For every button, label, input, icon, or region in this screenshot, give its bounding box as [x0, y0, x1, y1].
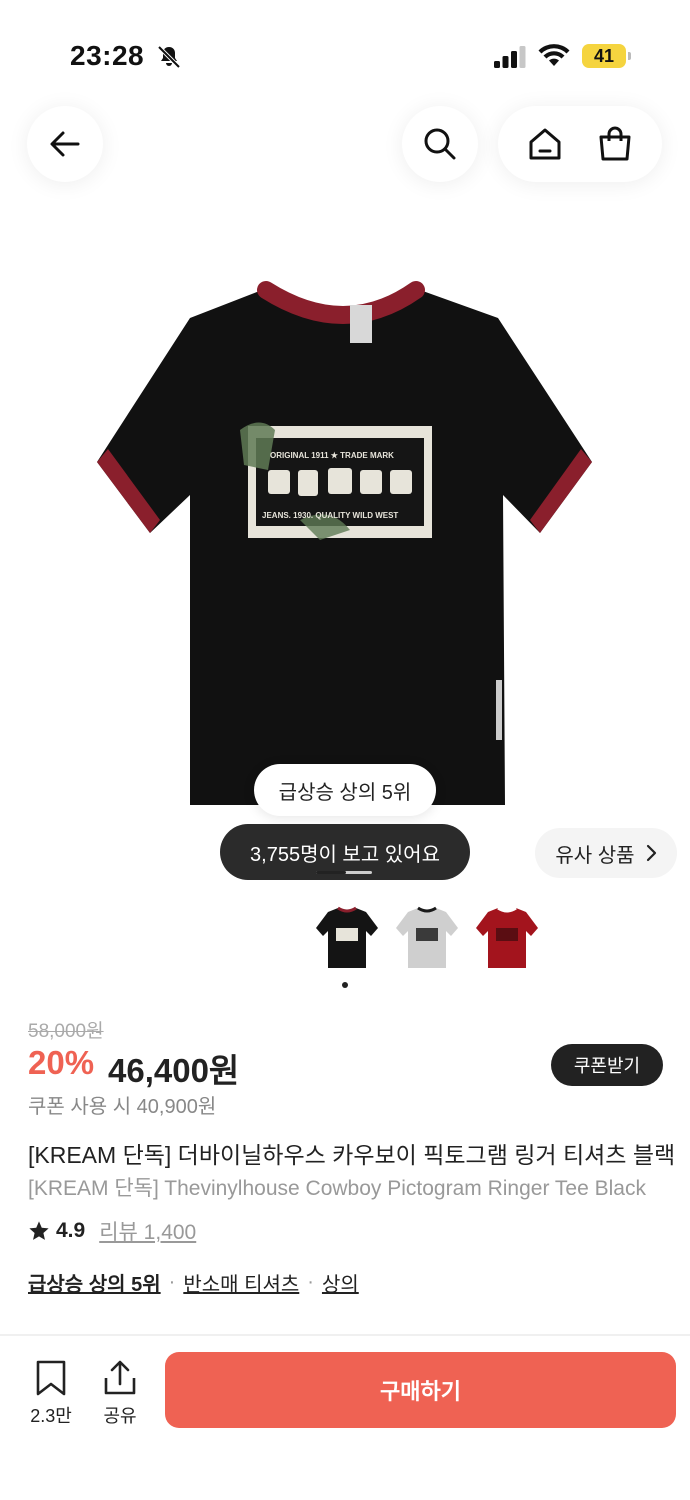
thumb-shirt-black: [316, 906, 378, 968]
thumb-shirt-red: [476, 906, 538, 968]
review-link[interactable]: 리뷰 1,400: [99, 1216, 196, 1246]
search-icon: [424, 128, 456, 160]
tag-separator: ·: [168, 1271, 176, 1293]
thumbnail-red[interactable]: [472, 902, 542, 972]
home-bag-group: [498, 106, 662, 182]
similar-products-button[interactable]: 유사 상품: [535, 828, 677, 878]
print-text-bottom: JEANS. 1930. QUALITY WILD WEST: [262, 511, 398, 520]
product-image[interactable]: ORIGINAL 1911 ★ TRADE MARK JEANS. 1930. …: [0, 230, 690, 850]
coupon-button[interactable]: 쿠폰받기: [551, 1044, 663, 1086]
rating-score: 4.9: [56, 1219, 86, 1242]
print-text-top: ORIGINAL 1911 ★ TRADE MARK: [270, 451, 394, 460]
back-button[interactable]: [27, 106, 103, 182]
rating: 4.9 리뷰 1,400: [28, 1216, 196, 1246]
battery-icon: 41: [582, 44, 631, 68]
tag-separator: ·: [307, 1271, 314, 1293]
search-button[interactable]: [402, 106, 478, 182]
coupon-price: 쿠폰 사용 시 40,900원: [28, 1096, 217, 1118]
shopping-bag-icon[interactable]: [597, 126, 633, 162]
thumb-shirt-gray: [396, 906, 458, 968]
discount-rate: 20%: [28, 1044, 95, 1081]
save-button[interactable]: 2.3만: [21, 1360, 81, 1428]
wifi-icon: [538, 44, 570, 66]
home-icon[interactable]: [527, 126, 563, 162]
star-icon: [29, 1221, 49, 1240]
product-title-ko: [KREAM 단독] 더바이닐하우스 카우보이 픽토그램 링거 티셔츠 블랙: [28, 1142, 676, 1168]
chevron-right-icon: [646, 844, 656, 862]
bell-slash-icon: [157, 45, 181, 69]
status-bar: 23:28 41: [0, 0, 690, 110]
status-time: 23:28: [70, 40, 145, 71]
rank-chip: 급상승 상의 5위: [254, 764, 436, 816]
similar-products-label: 유사 상품: [555, 844, 635, 867]
thumbnail-gray[interactable]: [392, 902, 462, 972]
current-price: 46,400원: [108, 1052, 240, 1089]
bookmark-icon: [36, 1360, 66, 1396]
gallery-progress: [316, 871, 372, 874]
arrow-left-icon: [50, 131, 80, 157]
save-count: 2.3만: [30, 1406, 72, 1426]
buy-button[interactable]: 구매하기: [165, 1352, 676, 1428]
category-tags: 급상승 상의 5위 · 반소매 티셔츠 · 상의: [28, 1268, 359, 1297]
tag-rank[interactable]: 급상승 상의 5위: [28, 1268, 161, 1297]
tag-short-sleeve[interactable]: 반소매 티셔츠: [183, 1268, 299, 1297]
share-icon: [104, 1360, 136, 1395]
color-thumbnails: [312, 902, 542, 972]
share-label: 공유: [103, 1406, 137, 1426]
product-title-en: [KREAM 단독] Thevinylhouse Cowboy Pictogra…: [28, 1177, 646, 1200]
signal-icon: [494, 46, 526, 68]
tag-tops[interactable]: 상의: [322, 1268, 359, 1297]
page-indicator-dot: [342, 982, 348, 988]
divider: [0, 1334, 690, 1336]
share-button[interactable]: 공유: [90, 1360, 150, 1428]
thumbnail-black[interactable]: [312, 902, 382, 972]
original-price: 58,000원: [28, 1021, 104, 1042]
